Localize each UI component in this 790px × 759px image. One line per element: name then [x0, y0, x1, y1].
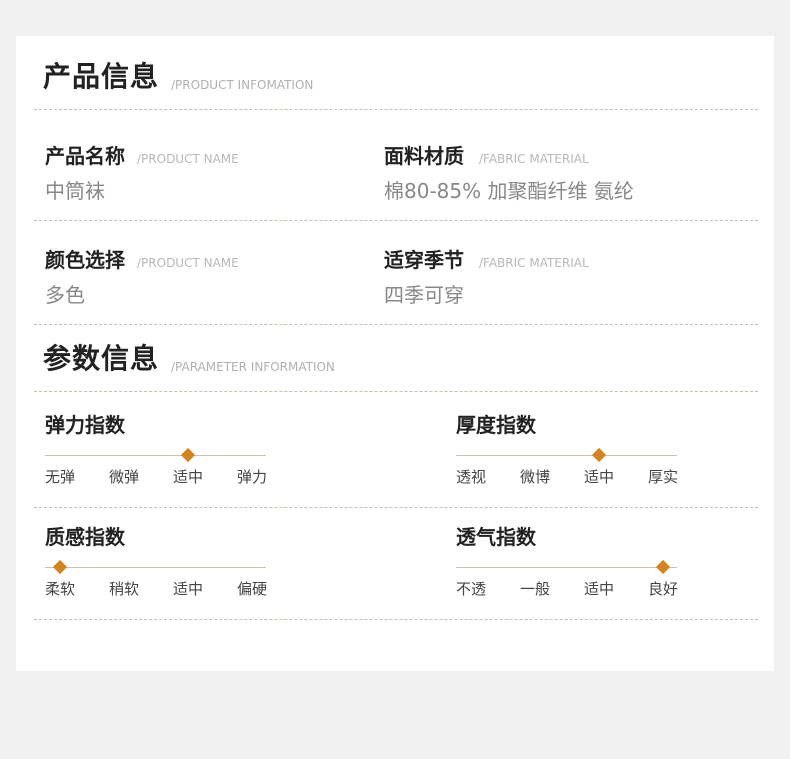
scale-track: [456, 455, 677, 456]
param-title: 质感指数: [45, 525, 125, 549]
scale-label: 稍软: [108, 580, 139, 598]
field-label-season: 适穿季节: [384, 248, 464, 272]
scale-label: 微弹: [108, 468, 139, 486]
field-sublabel-color: /PRODUCT NAME: [137, 256, 239, 270]
scale-label: 适中: [172, 580, 203, 598]
product-info-subtitle: /PRODUCT INFOMATION: [171, 78, 314, 92]
divider: [34, 619, 758, 620]
scale-label: 透视: [455, 468, 486, 486]
scale-label: 弹力: [236, 468, 267, 486]
scale-label: 适中: [583, 468, 614, 486]
field-label-product-name: 产品名称: [45, 144, 125, 168]
product-info-card: 产品信息 /PRODUCT INFOMATION 产品名称 /PRODUCT N…: [16, 36, 774, 671]
scale-label: 偏硬: [236, 580, 267, 598]
scale-label: 良好: [647, 580, 678, 598]
scale-label: 厚实: [647, 468, 678, 486]
field-label-color: 颜色选择: [45, 248, 125, 272]
product-info-title: 产品信息: [43, 60, 160, 93]
scale-label: 无弹: [44, 468, 75, 486]
level-marker: [655, 559, 671, 575]
level-marker: [52, 559, 68, 575]
param-elasticity: 弹力指数 无弹 微弹 适中 弹力: [45, 415, 285, 505]
divider: [34, 220, 758, 221]
scale-label: 适中: [172, 468, 203, 486]
parameter-info-title: 参数信息: [43, 342, 160, 375]
scale-label: 柔软: [44, 580, 75, 598]
scale-label: 不透: [455, 580, 486, 598]
divider: [34, 324, 758, 325]
divider: [34, 507, 758, 508]
param-title: 厚度指数: [456, 413, 536, 437]
scale-track: [456, 567, 677, 568]
field-value-season: 四季可穿: [384, 283, 464, 307]
scale-label: 一般: [519, 580, 550, 598]
param-title: 弹力指数: [45, 413, 125, 437]
scale-label: 微博: [519, 468, 550, 486]
scale-track: [45, 455, 266, 456]
param-texture: 质感指数 柔软 稍软 适中 偏硬: [45, 527, 285, 617]
level-marker: [180, 447, 196, 463]
field-value-color: 多色: [45, 283, 85, 307]
divider: [34, 109, 758, 110]
field-sublabel-fabric-material: /FABRIC MATERIAL: [479, 152, 589, 166]
param-breathability: 透气指数 不透 一般 适中 良好: [456, 527, 696, 617]
param-thickness: 厚度指数 透视 微博 适中 厚实: [456, 415, 696, 505]
scale-track: [45, 567, 266, 568]
field-value-fabric-material: 棉80-85% 加聚酯纤维 氨纶: [384, 179, 634, 203]
field-sublabel-season: /FABRIC MATERIAL: [479, 256, 589, 270]
parameter-info-subtitle: /PARAMETER INFORMATION: [171, 360, 335, 374]
field-value-product-name: 中筒袜: [45, 179, 105, 203]
param-title: 透气指数: [456, 525, 536, 549]
field-sublabel-product-name: /PRODUCT NAME: [137, 152, 239, 166]
level-marker: [591, 447, 607, 463]
scale-label: 适中: [583, 580, 614, 598]
divider: [34, 391, 758, 392]
field-label-fabric-material: 面料材质: [384, 144, 464, 168]
